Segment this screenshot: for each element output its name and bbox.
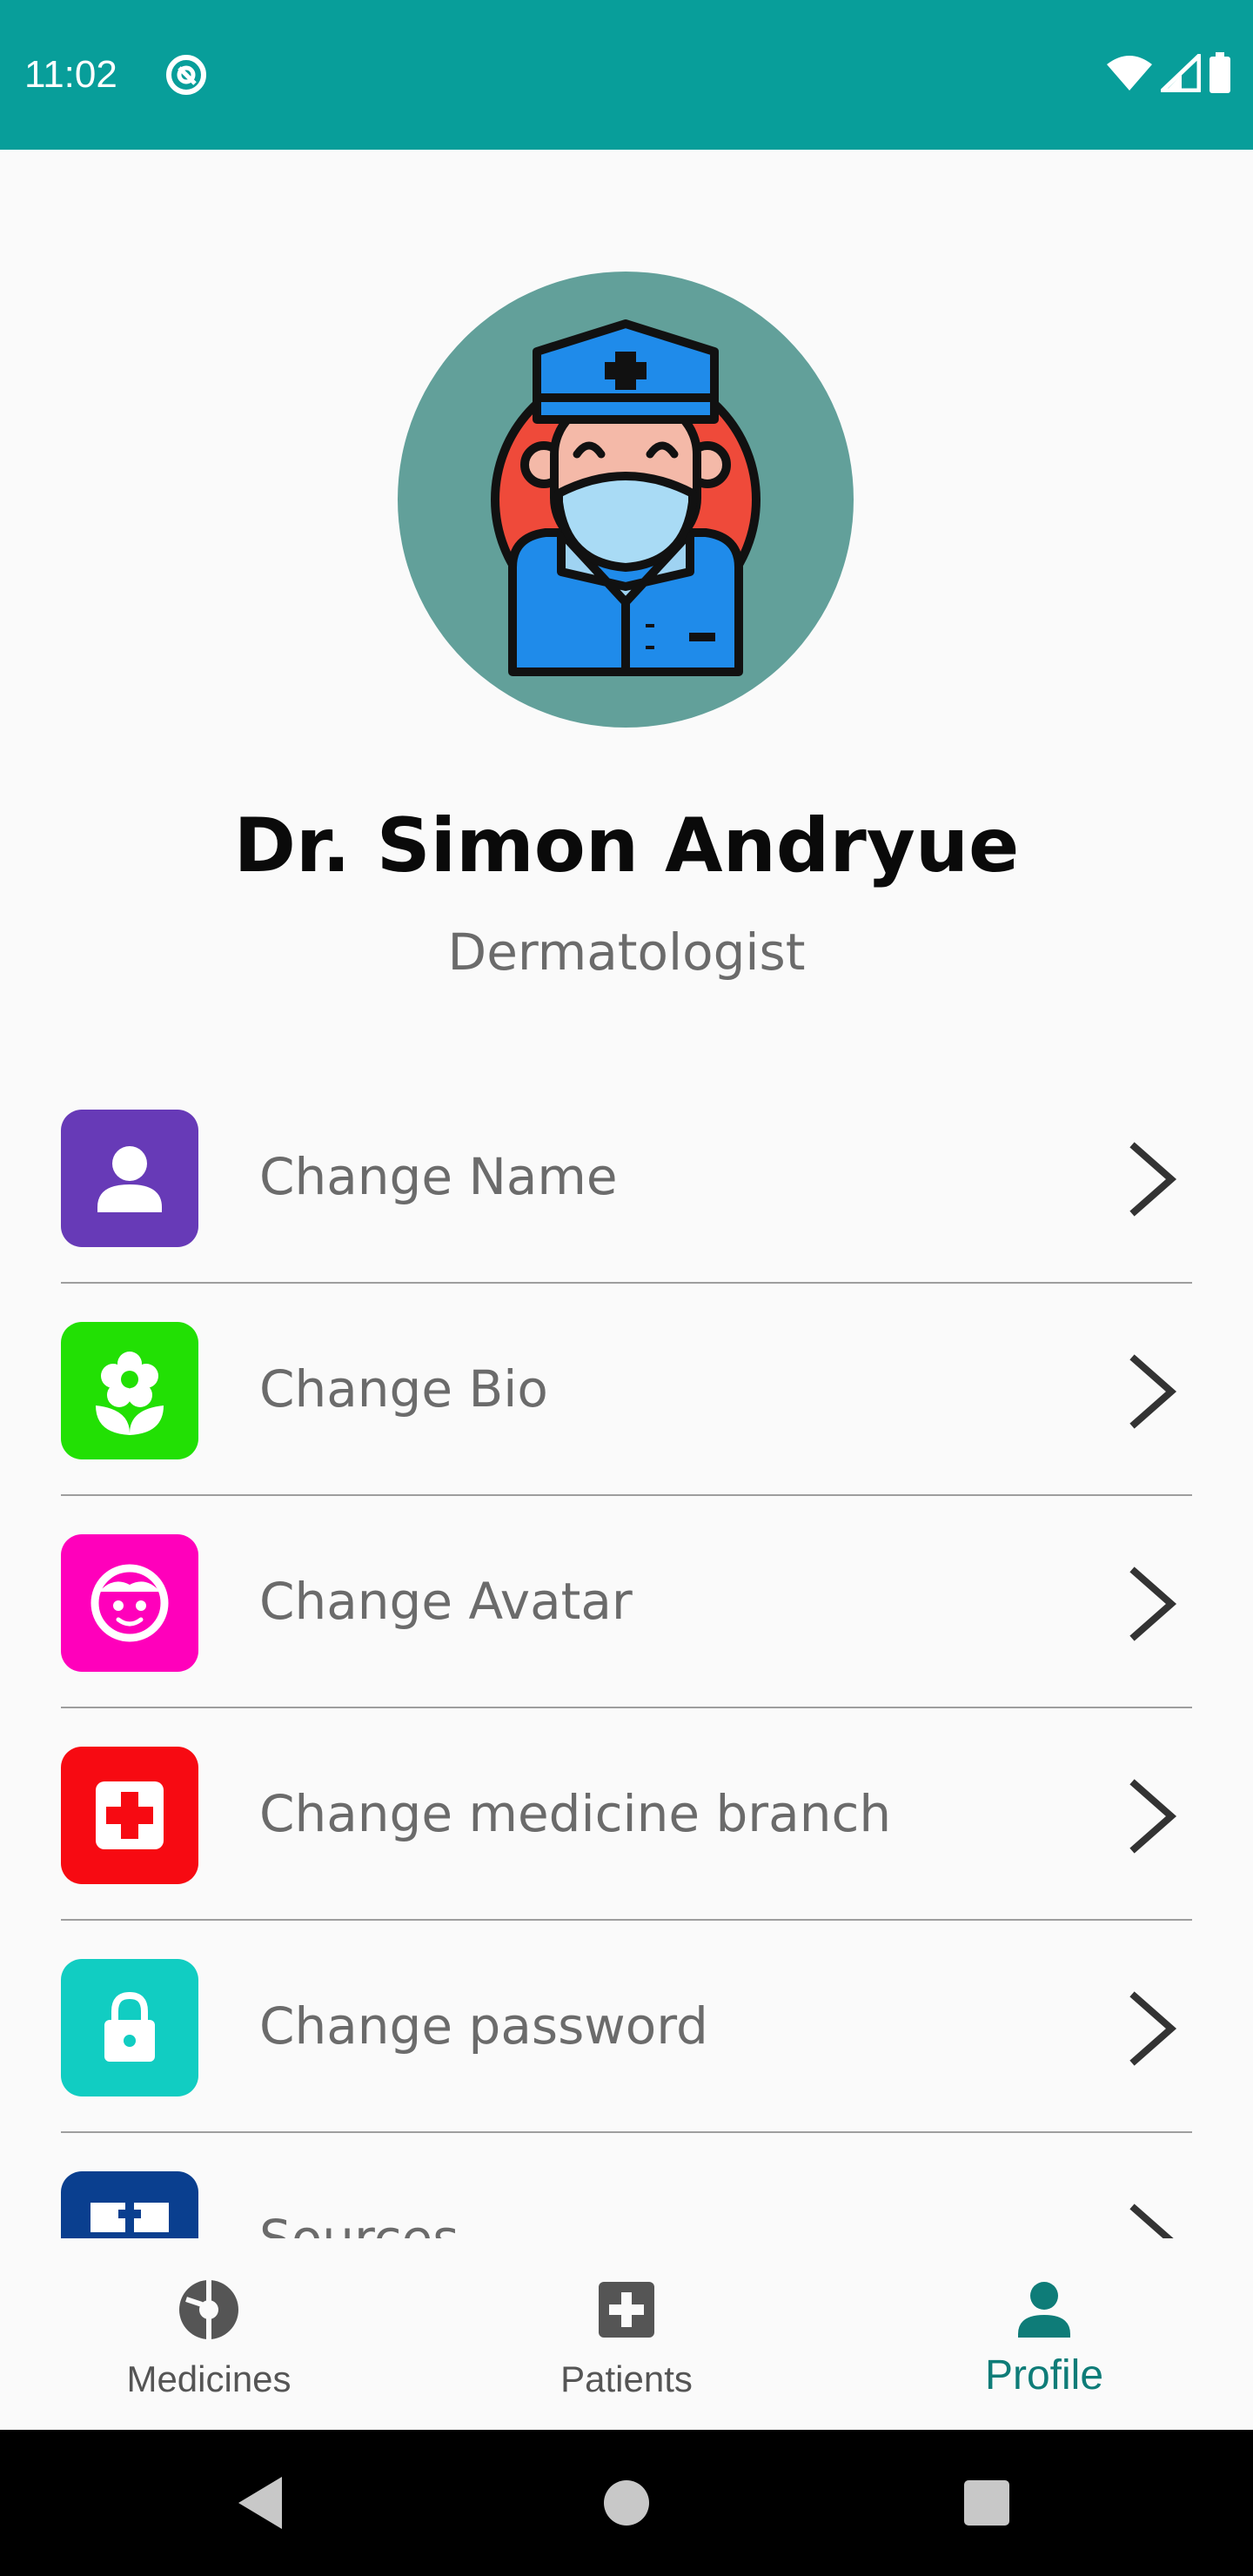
nav-medicines[interactable]: Medicines [0,2238,418,2430]
change-medicine-branch-item[interactable]: Change medicine branch [0,1707,1253,1921]
profile-avatar [398,272,854,728]
sources-icon [61,2171,198,2238]
flower-icon [61,1322,198,1459]
battery-icon [1208,52,1232,97]
chevron-right-icon [1122,2202,1183,2238]
menu-item-label: Sources [259,2209,459,2238]
menu-item-label: Change Bio [259,1359,548,1419]
menu-item-label: Change medicine branch [259,1784,892,1843]
chevron-right-icon [1122,1140,1183,1218]
lock-icon [61,1959,198,2096]
doctor-specialty: Dermatologist [447,922,806,982]
change-bio-item[interactable]: Change Bio [0,1283,1253,1496]
app-notification-icon [164,52,209,97]
menu-item-label: Change Avatar [259,1572,633,1631]
status-icons [1105,52,1232,97]
recents-icon[interactable] [952,2468,1022,2538]
profile-icon [1013,2278,1075,2341]
status-time: 11:02 [24,53,117,96]
nav-patients[interactable]: Patients [418,2238,835,2430]
bottom-navigation: Medicines Patients Profile [0,2238,1253,2430]
medical-cross-icon [61,1747,198,1884]
chevron-right-icon [1122,1989,1183,2068]
nav-label: Profile [984,2352,1104,2398]
nav-label: Medicines [126,2358,291,2399]
doctor-name: Dr. Simon Andryue [233,802,1020,889]
face-icon [61,1534,198,1672]
sources-item[interactable]: Sources [0,2132,1253,2238]
chevron-right-icon [1122,1777,1183,1855]
system-navigation-bar [0,2430,1253,2576]
person-icon [61,1110,198,1247]
nav-label: Patients [560,2358,693,2399]
change-name-item[interactable]: Change Name [0,1070,1253,1284]
back-icon[interactable] [226,2468,296,2538]
status-bar: 11:02 [0,0,1253,150]
medicines-icon [178,2278,240,2341]
change-password-item[interactable]: Change password [0,1920,1253,2133]
chevron-right-icon [1122,1352,1183,1431]
wifi-icon [1105,54,1154,96]
home-icon[interactable] [592,2468,661,2538]
chevron-right-icon [1122,1565,1183,1643]
signal-icon [1160,53,1202,96]
patients-icon [595,2278,658,2341]
nav-profile[interactable]: Profile [835,2238,1253,2430]
change-avatar-item[interactable]: Change Avatar [0,1495,1253,1708]
settings-list[interactable]: Change Name Change Bio Change Avatar Cha… [0,1070,1253,2238]
menu-item-label: Change password [259,1996,708,2056]
menu-item-label: Change Name [259,1147,618,1206]
